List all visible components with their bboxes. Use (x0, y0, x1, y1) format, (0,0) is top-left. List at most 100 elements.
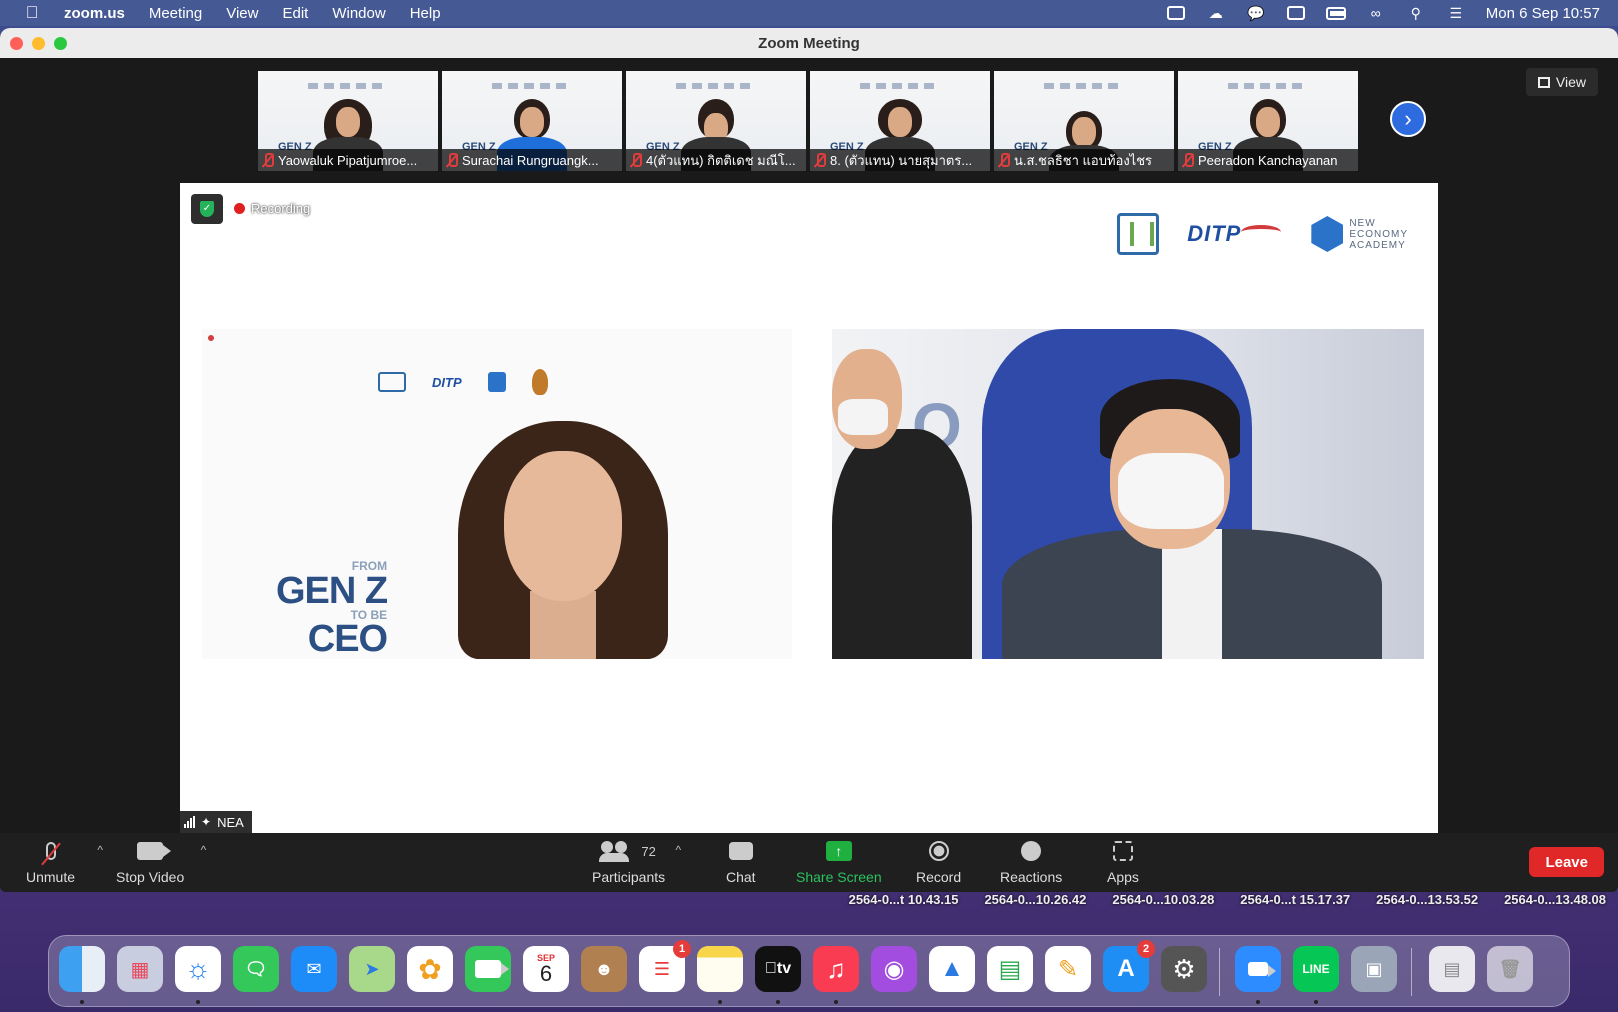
view-button-label: View (1555, 74, 1586, 90)
control-center-icon[interactable]: ☰ (1446, 5, 1466, 21)
line-app-icon[interactable]: LINE (1293, 946, 1339, 992)
line-tray-icon[interactable]: 💬 (1246, 5, 1266, 21)
photos-icon[interactable]: ✿ (407, 946, 453, 992)
desktop-file[interactable]: 2564-0...10.26.42 (984, 892, 1086, 907)
apps-button[interactable]: Apps (1107, 837, 1139, 885)
app-store-badge: 2 (1137, 940, 1155, 958)
participant-thumbnail-strip: GEN Z Yaowaluk Pipatjumroe... GEN Z Sura… (258, 71, 1358, 171)
maps-icon[interactable]: ➤ (349, 946, 395, 992)
calendar-icon[interactable]: SEP 6 (523, 946, 569, 992)
security-shield-icon[interactable]: ✓ (191, 194, 223, 224)
facetime-icon[interactable] (465, 946, 511, 992)
speaker-panel-right: O BE (832, 329, 1424, 659)
running-indicator (718, 1000, 722, 1004)
running-indicator (196, 1000, 200, 1004)
desktop-file[interactable]: 2564-0...13.48.08 (1504, 892, 1606, 907)
podcasts-icon[interactable]: ◉ (871, 946, 917, 992)
desktop-file[interactable]: 2564-0...13.53.52 (1376, 892, 1478, 907)
reactions-button[interactable]: Reactions (1000, 837, 1062, 885)
menu-app-zoom[interactable]: zoom.us (64, 5, 125, 22)
app-store-icon[interactable]: A 2 (1103, 940, 1155, 992)
muted-mic-icon (45, 842, 56, 860)
video-options-caret-icon[interactable]: ^ (201, 843, 207, 857)
unmute-button[interactable]: Unmute ^ (26, 837, 103, 885)
trash-icon[interactable]: 🗑 (1487, 946, 1533, 992)
running-indicator (1314, 1000, 1318, 1004)
participant-face (1072, 117, 1096, 147)
menu-edit[interactable]: Edit (282, 5, 308, 22)
share-screen-button[interactable]: ↑ Share Screen (796, 837, 882, 885)
music-icon[interactable]: ♫ (813, 946, 859, 992)
pages-icon[interactable]: ✎ (1045, 946, 1091, 992)
keynote-icon[interactable]: ▲ (929, 946, 975, 992)
menu-help[interactable]: Help (410, 5, 441, 22)
emblem-logo-small (531, 369, 548, 395)
participant-face (520, 107, 544, 137)
mail-icon[interactable]: ✉ (291, 946, 337, 992)
finder-icon[interactable] (59, 946, 105, 992)
notes-icon[interactable] (697, 946, 743, 992)
apple-tv-icon[interactable]: tv (755, 946, 801, 992)
creative-cloud-icon[interactable]: ☁ (1206, 5, 1226, 21)
reactions-smiley-icon (1021, 841, 1042, 861)
menu-clock[interactable]: Mon 6 Sep 10:57 (1486, 5, 1600, 22)
grid-view-icon (1537, 76, 1550, 88)
dock-separator (1411, 948, 1412, 996)
search-icon[interactable]: ⚲ (1406, 5, 1426, 21)
chat-button[interactable]: Chat (726, 837, 756, 885)
desktop-file[interactable]: 2564-0...t 10.43.15 (849, 892, 959, 907)
participant-thumbnail[interactable]: GEN Z Peeradon Kanchayanan (1178, 71, 1358, 171)
participant-thumbnail[interactable]: GEN Z น.ส.ชลธิชา แอบท้องไชร (994, 71, 1174, 171)
record-button[interactable]: Record (916, 837, 961, 885)
participant-thumbnail[interactable]: GEN Z 4(ตัวแทน) กิตติเดช มณีโ... (626, 71, 806, 171)
reminders-icon[interactable]: ☰ 1 (639, 940, 691, 992)
launchpad-icon[interactable]: ▦ (117, 946, 163, 992)
audio-options-caret-icon[interactable]: ^ (97, 843, 103, 857)
participant-thumbnail[interactable]: GEN Z 8. (ตัวแทน) นายสุมาตร... (810, 71, 990, 171)
safari-icon[interactable]: ☼ (175, 946, 221, 992)
participant-thumbnail[interactable]: GEN Z Yaowaluk Pipatjumroe... (258, 71, 438, 171)
leave-meeting-button[interactable]: Leave (1529, 847, 1604, 877)
recording-dot-icon (234, 203, 245, 214)
preview-icon[interactable]: ▣ (1351, 946, 1397, 992)
speaker-man-left-body (832, 429, 972, 659)
participant-face (888, 107, 912, 137)
speaker-man-right-mask (1118, 453, 1224, 529)
participant-namebar: 4(ตัวแทน) กิตติเดช มณีโ... (626, 149, 806, 171)
contacts-icon[interactable]: ☻ (581, 946, 627, 992)
genz-ceo-title: FROM GEN Z TO BE CEO (276, 559, 388, 660)
menu-meeting[interactable]: Meeting (149, 5, 202, 22)
main-video-view: ✓ Recording DITP NEW ECONOMY ACADEMY DIT… (180, 183, 1438, 833)
stop-video-button[interactable]: Stop Video ^ (116, 837, 206, 885)
participant-name: Peeradon Kanchayanan (1198, 152, 1338, 168)
zoom-dock-icon[interactable] (1235, 946, 1281, 992)
link-icon[interactable]: ∞ (1366, 5, 1386, 21)
view-button[interactable]: View (1525, 68, 1598, 96)
slide-logos (492, 83, 572, 89)
desktop-file[interactable]: 2564-0...10.03.28 (1112, 892, 1214, 907)
participant-thumbnail[interactable]: GEN Z Surachai Rungruangk... (442, 71, 622, 171)
messages-icon[interactable]: 🗨 (233, 946, 279, 992)
zoom-tray-icon[interactable] (1166, 5, 1186, 21)
participant-namebar: น.ส.ชลธิชา แอบท้องไชร (994, 149, 1174, 171)
panel-logos: DITP (378, 369, 548, 395)
numbers-icon[interactable]: ▤ (987, 946, 1033, 992)
downloads-stack-icon[interactable]: ▤ (1429, 946, 1475, 992)
ministry-logo (1117, 213, 1160, 255)
stop-video-label: Stop Video (116, 869, 185, 885)
menu-view[interactable]: View (226, 5, 258, 22)
participants-count: 72 (641, 843, 656, 859)
notion-icon[interactable] (1286, 5, 1306, 21)
system-preferences-icon[interactable]: ⚙ (1161, 946, 1207, 992)
participants-button[interactable]: 72 Participants ^ (592, 837, 681, 885)
apple-logo-icon[interactable]:  (0, 3, 64, 23)
dock-separator (1219, 948, 1220, 996)
participants-options-caret-icon[interactable]: ^ (676, 843, 682, 857)
desktop-file[interactable]: 2564-0...t 15.17.37 (1240, 892, 1350, 907)
share-screen-icon: ↑ (825, 841, 852, 861)
next-page-arrow-icon[interactable]: › (1390, 101, 1426, 137)
record-icon (928, 841, 949, 861)
battery-icon[interactable] (1325, 5, 1346, 21)
window-title: Zoom Meeting (758, 34, 860, 52)
menu-window[interactable]: Window (332, 5, 385, 22)
